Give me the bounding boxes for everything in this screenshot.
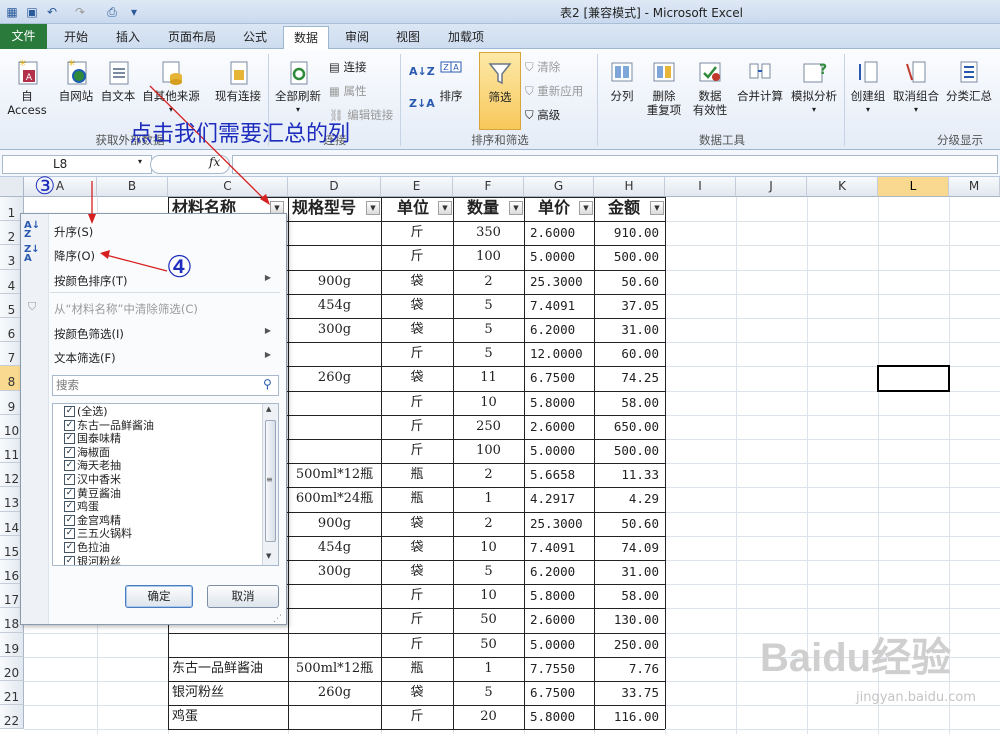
step-4-marker: ④	[166, 250, 193, 285]
arrowhead	[100, 250, 110, 259]
baidu-watermark-url: jingyan.baidu.com	[856, 690, 976, 705]
arrowhead	[88, 214, 96, 224]
step-3-marker: ③	[34, 172, 56, 200]
annotation-arrows	[88, 85, 270, 272]
arrow-to-descending	[105, 254, 168, 272]
instruction-annotation: 点击我们需要汇总的列	[130, 122, 351, 147]
baidu-watermark-logo: Baidu经验	[760, 636, 952, 680]
